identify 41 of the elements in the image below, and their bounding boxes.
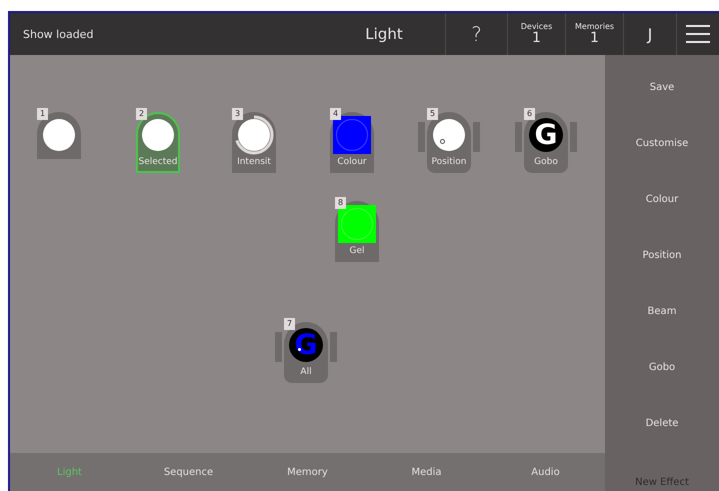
fixture-label: Selected xyxy=(138,157,178,167)
fixture-body[interactable] xyxy=(37,112,81,159)
side-button[interactable]: Position xyxy=(605,227,719,283)
fixture-arm xyxy=(570,122,577,152)
fixture-number: 8 xyxy=(335,197,346,209)
fixture-arm xyxy=(515,122,522,152)
fixture-number: 5 xyxy=(427,108,438,120)
fixture-arm xyxy=(330,332,337,362)
lamp-icon xyxy=(43,119,75,151)
status-text: Show loaded xyxy=(22,26,94,42)
fixture-arm xyxy=(275,332,282,362)
fixture-label: Position xyxy=(431,157,467,167)
fixture-label: All xyxy=(300,367,312,377)
fixture-number: 1 xyxy=(37,108,48,120)
tab[interactable]: Sequence xyxy=(129,453,248,491)
tab[interactable]: Audio xyxy=(486,453,605,491)
fixture-number: 3 xyxy=(232,108,243,120)
fixture-number: 6 xyxy=(524,108,535,120)
position-dot xyxy=(440,139,445,144)
fixture-number: 7 xyxy=(284,318,295,330)
menu-icon xyxy=(686,25,710,43)
side-button[interactable]: Gobo xyxy=(605,339,719,395)
side-button[interactable]: Colour xyxy=(605,171,719,227)
tab[interactable]: Memory xyxy=(248,453,367,491)
fixture-number: 2 xyxy=(136,108,147,120)
tab[interactable]: Media xyxy=(367,453,486,491)
lamp-icon xyxy=(142,119,174,151)
fixture-label: Gobo xyxy=(534,157,558,167)
fixture-label: Gel xyxy=(349,246,364,256)
side-button[interactable]: Beam xyxy=(605,283,719,339)
page-title: Light xyxy=(364,24,404,45)
fixture-label: Colour xyxy=(337,157,367,167)
side-button[interactable]: Customise xyxy=(605,115,719,171)
side-button[interactable]: Save xyxy=(605,59,719,115)
fixture-label: Intensit xyxy=(237,157,271,167)
fixture-arm xyxy=(473,122,480,152)
gobo-icon: G xyxy=(529,118,563,152)
gobo-icon: G xyxy=(289,328,323,362)
fixture-number: 4 xyxy=(330,108,341,120)
fixture-arm xyxy=(418,122,425,152)
side-button[interactable]: Delete xyxy=(605,395,719,451)
